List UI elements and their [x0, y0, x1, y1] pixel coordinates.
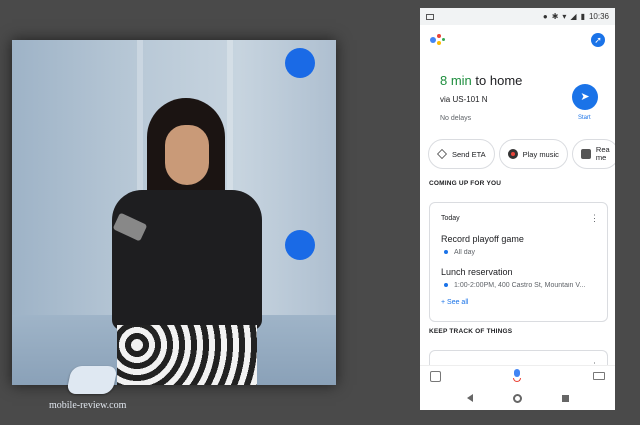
- chip-send-eta[interactable]: Send ETA: [428, 139, 495, 169]
- start-navigation-button[interactable]: ➤: [572, 84, 598, 110]
- phone-screen: ● ✱ ▾ ◢ ▮ 10:36 ➚ 8 min to home via US-1…: [420, 8, 615, 410]
- stage-blue-dot: [285, 230, 315, 260]
- notification-icon: [426, 13, 434, 20]
- event-title[interactable]: Record playoff game: [441, 234, 524, 244]
- chip-read-messages[interactable]: Rea me: [571, 139, 615, 169]
- stage-blue-dot: [285, 48, 315, 78]
- back-icon[interactable]: [466, 394, 473, 402]
- signal-icon: ◢: [570, 12, 577, 21]
- presenter: [107, 90, 277, 385]
- see-all-link[interactable]: + See all: [441, 299, 468, 306]
- bluetooth-icon: ✱: [551, 12, 559, 21]
- suggestion-chips: Send ETA Play music Rea me: [428, 139, 615, 169]
- commute-card[interactable]: ➚ 8 min to home via US-101 N No delays ➤…: [420, 25, 615, 135]
- start-label[interactable]: Start: [578, 115, 591, 121]
- watermark: mobile-review.com: [14, 358, 134, 418]
- watermark-logo-icon: [66, 366, 118, 394]
- chip-play-music[interactable]: Play music: [498, 139, 568, 169]
- traffic-status: No delays: [440, 115, 472, 122]
- stage-photo: [12, 40, 336, 385]
- commute-duration: 8 min: [440, 73, 472, 88]
- presenter-jacket: [112, 190, 262, 330]
- diamond-icon: [437, 149, 447, 159]
- commute-route: via US-101 N: [440, 95, 488, 104]
- agenda-card[interactable]: Today ⋮ Record playoff game All day Lunc…: [429, 202, 608, 322]
- microphone-icon[interactable]: [513, 369, 521, 383]
- location-icon: ●: [542, 12, 548, 21]
- assistant-input-bar: [420, 365, 615, 387]
- event-detail: All day: [444, 249, 594, 256]
- recents-icon[interactable]: [561, 394, 569, 402]
- music-icon: [507, 149, 518, 159]
- presenter-face: [165, 125, 209, 185]
- home-icon[interactable]: [512, 393, 522, 403]
- commute-title: 8 min to home: [440, 73, 522, 88]
- bullet-icon: [444, 283, 448, 288]
- bullet-icon: [444, 250, 448, 255]
- chip-label: Rea me: [595, 145, 610, 162]
- lens-icon[interactable]: [430, 371, 441, 382]
- status-bar: ● ✱ ▾ ◢ ▮ 10:36: [420, 8, 615, 25]
- chip-label: Play music: [522, 149, 559, 159]
- commute-destination: to home: [471, 73, 523, 88]
- assistant-logo-icon: [430, 33, 446, 47]
- watermark-text: mobile-review.com: [49, 400, 127, 411]
- agenda-day: Today: [441, 215, 460, 222]
- section-coming-up: COMING UP FOR YOU: [429, 180, 502, 187]
- wifi-icon: ▾: [562, 12, 567, 21]
- explore-compass-icon[interactable]: ➚: [591, 33, 605, 47]
- more-options-icon[interactable]: ⋮: [590, 213, 599, 224]
- event-detail-text: 1:00-2:00PM, 400 Castro St, Mountain V..…: [454, 282, 586, 289]
- system-nav-bar: [420, 386, 615, 410]
- event-title[interactable]: Lunch reservation: [441, 267, 513, 277]
- chip-label: Send ETA: [452, 149, 486, 159]
- message-icon: [580, 149, 591, 159]
- status-time: 10:36: [588, 12, 609, 21]
- event-detail: 1:00-2:00PM, 400 Castro St, Mountain V..…: [444, 282, 594, 289]
- battery-icon: ▮: [580, 12, 585, 21]
- event-detail-text: All day: [454, 249, 476, 256]
- keyboard-icon[interactable]: [593, 372, 605, 380]
- presenter-skirt: [117, 325, 257, 385]
- section-keep-track: KEEP TRACK OF THINGS: [429, 328, 513, 335]
